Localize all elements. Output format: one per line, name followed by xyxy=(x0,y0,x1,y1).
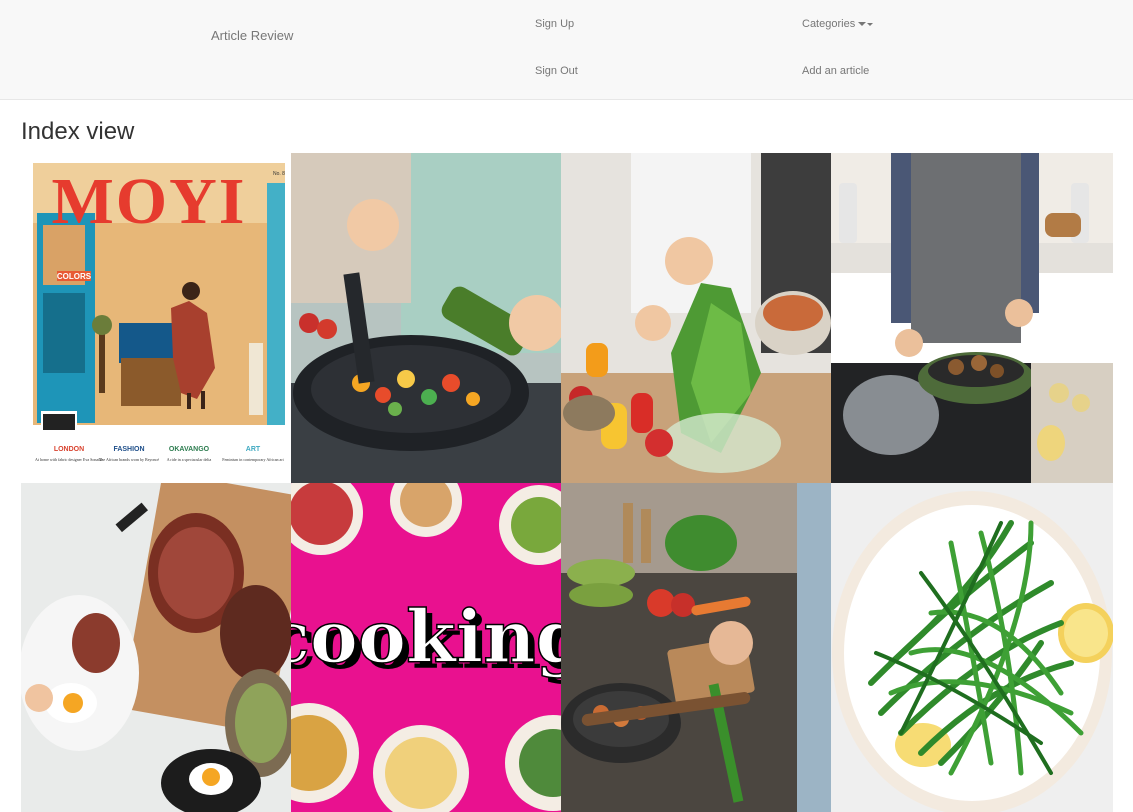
magazine-footer-text: A ride in a spectacular delta xyxy=(167,457,212,462)
brand-link[interactable]: Article Review xyxy=(211,28,293,43)
steak-and-eggs-image xyxy=(21,483,291,812)
magazine-issue: No. 8 xyxy=(273,171,285,177)
cooking-cover-title: cooking xyxy=(291,594,561,679)
article-grid: COLORS MOYI No. 8 LONDON At home with fa… xyxy=(21,153,1113,812)
pan-vegetables-image xyxy=(291,153,561,483)
magazine-footer-text: The African brands worn by Beyoncé xyxy=(99,457,159,462)
green-beans-plate-image xyxy=(831,483,1113,812)
caret-down-icon xyxy=(858,22,867,27)
categories-dropdown[interactable]: Categories xyxy=(802,18,874,30)
article-image-chopping-vegetables[interactable] xyxy=(561,483,831,812)
article-image-magazine-cover[interactable]: COLORS MOYI No. 8 LONDON At home with fa… xyxy=(21,153,291,483)
magazine-footer-heading: LONDON xyxy=(54,446,84,453)
article-image-green-beans-plate[interactable] xyxy=(831,483,1113,812)
page-title: Index view xyxy=(21,118,135,145)
magazine-cover-image: COLORS MOYI No. 8 LONDON At home with fa… xyxy=(21,153,291,483)
caret-down-icon xyxy=(867,22,874,26)
sign-up-link[interactable]: Sign Up xyxy=(535,18,574,30)
cooking-cover-image: cooking cooking xyxy=(291,483,561,812)
article-image-salad-preparation[interactable] xyxy=(561,153,831,483)
categories-label: Categories xyxy=(802,18,856,30)
salad-preparation-image xyxy=(561,153,831,483)
stovetop-cooking-image xyxy=(831,153,1113,483)
add-article-link[interactable]: Add an article xyxy=(802,65,869,77)
magazine-footer-text: Feminism in contemporary African art xyxy=(222,457,284,462)
sign-out-link[interactable]: Sign Out xyxy=(535,65,578,77)
navbar: Article Review Sign Up Sign Out Categori… xyxy=(0,0,1133,100)
magazine-footer-heading: OKAVANGO xyxy=(169,446,210,453)
article-image-stovetop-cooking[interactable] xyxy=(831,153,1113,483)
magazine-coverline: COLORS xyxy=(57,272,92,281)
chopping-vegetables-image xyxy=(561,483,831,812)
magazine-footer-heading: ART xyxy=(246,446,261,453)
magazine-footer-heading: FASHION xyxy=(113,446,144,453)
article-image-pan-vegetables[interactable] xyxy=(291,153,561,483)
magazine-footer-text: At home with fabric designer Eva Sonaike xyxy=(35,457,103,462)
article-image-cooking-cover[interactable]: cooking cooking xyxy=(291,483,561,812)
article-image-steak-and-eggs[interactable] xyxy=(21,483,291,812)
magazine-masthead: MOYI xyxy=(52,165,247,238)
